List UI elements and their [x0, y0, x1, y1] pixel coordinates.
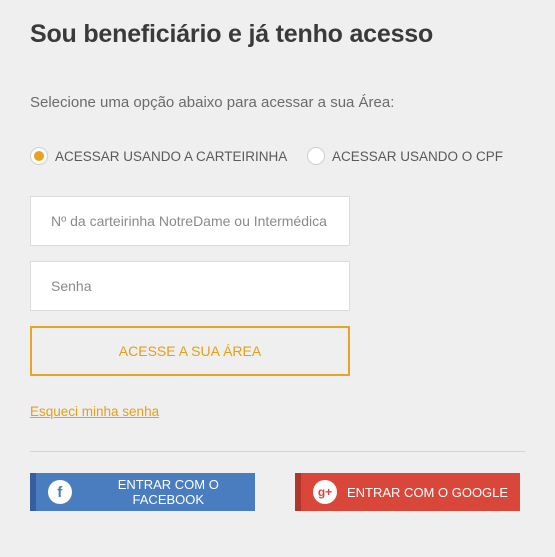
- radio-button-cpf[interactable]: [307, 147, 325, 165]
- login-panel: Sou beneficiário e já tenho acesso Selec…: [0, 0, 555, 557]
- google-login-label: ENTRAR COM O GOOGLE: [347, 484, 509, 500]
- radio-option-carteirinha[interactable]: ACESSAR USANDO A CARTEIRINHA: [30, 146, 287, 166]
- google-plus-icon: g+: [313, 480, 337, 504]
- facebook-login-button[interactable]: f ENTRAR COM O FACEBOOK: [30, 473, 255, 511]
- card-number-input[interactable]: [30, 196, 350, 246]
- facebook-login-label: ENTRAR COM O FACEBOOK: [117, 477, 219, 507]
- password-input[interactable]: [30, 261, 350, 311]
- instructions-text: Selecione uma opção abaixo para acessar …: [30, 94, 395, 111]
- radio-option-cpf[interactable]: ACESSAR USANDO O CPF: [307, 146, 503, 166]
- radio-label-cpf: ACESSAR USANDO O CPF: [332, 148, 504, 164]
- forgot-password-link[interactable]: Esqueci minha senha: [30, 404, 159, 419]
- radio-selected-dot: [34, 151, 44, 161]
- divider: [30, 451, 525, 452]
- facebook-icon: f: [48, 480, 72, 504]
- page-title: Sou beneficiário e já tenho acesso: [30, 20, 434, 48]
- radio-label-carteirinha: ACESSAR USANDO A CARTEIRINHA: [55, 148, 288, 164]
- google-login-button[interactable]: g+ ENTRAR COM O GOOGLE: [295, 473, 520, 511]
- radio-button-carteirinha[interactable]: [30, 147, 48, 165]
- access-area-button[interactable]: ACESSE A SUA ÁREA: [30, 326, 350, 376]
